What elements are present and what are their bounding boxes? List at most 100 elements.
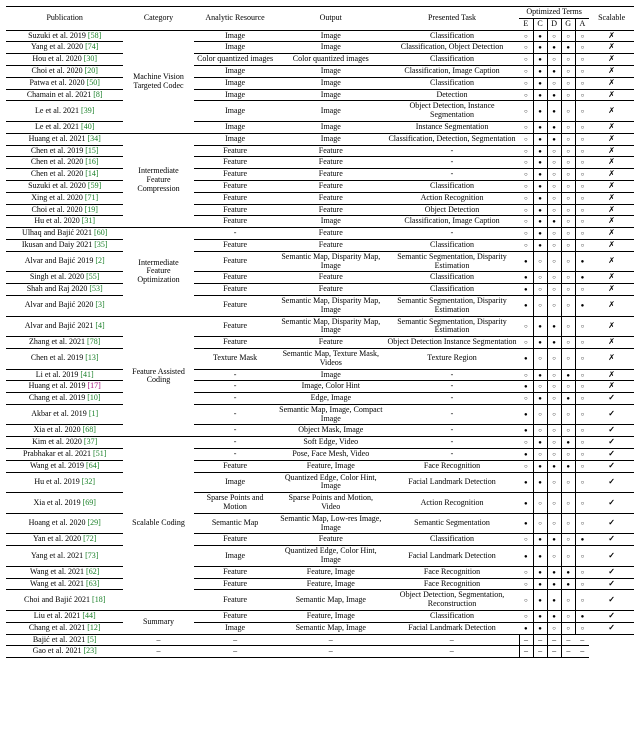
term-cell [547,228,561,240]
term-cell [575,121,589,133]
output-cell: Feature [277,239,385,251]
term-cell [533,381,547,393]
term-cell [575,611,589,623]
resource-cell: Feature [194,611,277,623]
publication-cell: Xia et al. 2019 [69] [6,493,123,514]
publication-cell: Zhang et al. 2021 [78] [6,337,123,349]
resource-cell: Image [194,101,277,122]
term-cell [533,493,547,514]
resource-cell: - [194,381,277,393]
term-cell [519,272,533,284]
resource-cell: Sparse Points and Motion [194,493,277,514]
term-cell [547,42,561,54]
scalable-cell [589,30,634,42]
term-cell [547,393,561,405]
term-cell [547,192,561,204]
term-cell [547,493,561,514]
task-cell: Classification [385,239,519,251]
resource-cell: - [194,437,277,449]
term-cell [519,239,533,251]
publication-cell: Le et al. 2021 [40] [6,121,123,133]
publication-cell: Suzuki et al. 2019 [58] [6,30,123,42]
term-cell [533,77,547,89]
term-cell [561,42,575,54]
term-cell: – [519,646,533,658]
term-cell [561,284,575,296]
scalable-cell [589,534,634,546]
term-cell [533,472,547,493]
term-cell [575,65,589,77]
table-row: Xia et al. 2020 [68]-Object Mask, Image- [6,425,634,437]
term-cell: – [519,634,533,646]
task-cell: Facial Landmark Detection [385,472,519,493]
output-cell: – [194,646,277,658]
table-row: Chang et al. 2021 [12]ImageSemantic Map,… [6,622,634,634]
table-row: Xia et al. 2019 [69] Sparse Points and Mo… [6,493,634,514]
publication-cell: Choi et al. 2020 [20] [6,65,123,77]
term-cell [519,337,533,349]
term-cell [561,133,575,145]
term-cell [561,566,575,578]
term-cell [547,611,561,623]
category-cell: Feature Assisted Coding [123,316,193,437]
resource-cell: Semantic Map [194,513,277,534]
task-cell: Face Recognition [385,460,519,472]
term-cell [575,437,589,449]
output-cell: Image [277,42,385,54]
output-cell: Color quantized images [277,54,385,66]
term-cell [575,157,589,169]
table-row: Ikusan and Daiy 2021 [35]FeatureFeatureC… [6,239,634,251]
term-cell [519,295,533,316]
table-row: Chen et al. 2019 [13]Texture MaskSemanti… [6,348,634,369]
term-cell [519,472,533,493]
term-cell [533,251,547,272]
term-cell [547,54,561,66]
output-cell: Semantic Map, Texture Mask, Videos [277,348,385,369]
resource-cell: Feature [194,460,277,472]
task-cell: - [385,449,519,461]
term-cell [575,295,589,316]
term-cell: – [547,634,561,646]
table-row: Le et al. 2021 [40]ImageImageInstance Se… [6,121,634,133]
scalable-cell [589,169,634,181]
scalable-cell: – [575,646,589,658]
output-cell: Feature [277,145,385,157]
output-cell: Feature, Image [277,578,385,590]
resource-cell: Feature [194,284,277,296]
term-cell [547,404,561,425]
term-cell [533,42,547,54]
term-cell [575,590,589,611]
scalable-cell [589,145,634,157]
term-cell [533,180,547,192]
col-A: A [575,18,589,30]
task-cell: Detection [385,89,519,101]
output-cell: Image [277,121,385,133]
table-row: Chen et al. 2020 [16]FeatureFeature- [6,157,634,169]
term-cell [575,101,589,122]
term-cell [519,393,533,405]
term-cell [575,77,589,89]
table-row: Suzuki et al. 2019 [58]Machine Vision Ta… [6,30,634,42]
resource-cell: – [123,646,193,658]
output-cell: Feature, Image [277,460,385,472]
term-cell [561,472,575,493]
publication-cell: Choi et al. 2020 [19] [6,204,123,216]
resource-cell: – [123,634,193,646]
term-cell [561,337,575,349]
term-cell [519,228,533,240]
resource-cell: Feature [194,216,277,228]
scalable-cell [589,348,634,369]
col-output: Output [277,7,385,31]
resource-cell: Feature [194,337,277,349]
term-cell: – [561,646,575,658]
publication-cell: Shah and Raj 2020 [53] [6,284,123,296]
output-cell: Image [277,65,385,77]
term-cell [533,228,547,240]
publication-cell: Prabhakar et al. 2021 [51] [6,449,123,461]
term-cell [533,425,547,437]
resource-cell: Image [194,42,277,54]
output-cell: Semantic Map, Image, Compact Image [277,404,385,425]
scalable-cell [589,493,634,514]
task-cell: - [385,425,519,437]
term-cell [519,121,533,133]
